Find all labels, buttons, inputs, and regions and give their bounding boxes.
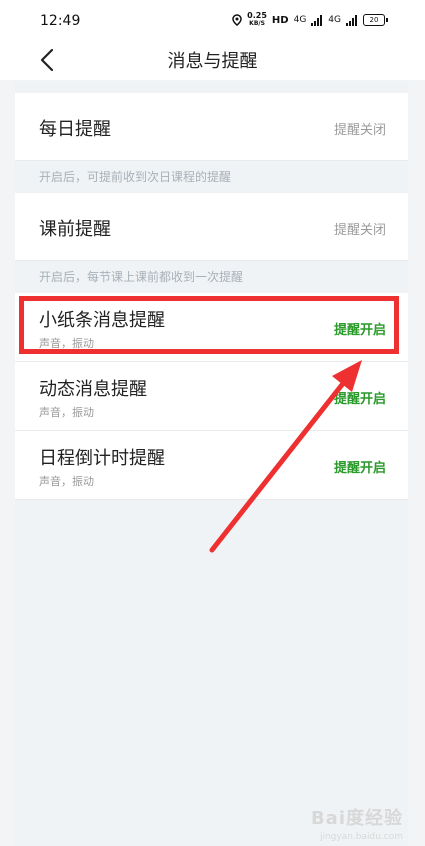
watermark-url: jingyan.baidu.com xyxy=(319,832,403,842)
countdown-reminder-subtitle: 声音，振动 xyxy=(39,475,94,488)
daily-reminder-status[interactable]: 提醒关闭 xyxy=(334,119,386,138)
dynamic-message-reminder-subtitle: 声音，振动 xyxy=(39,406,94,419)
signal-1-label: 4G xyxy=(293,15,307,25)
signal-icon xyxy=(311,14,323,26)
hd-icon: HD xyxy=(271,14,289,26)
network-speed: 0.25 KB/S xyxy=(247,12,267,28)
dynamic-message-reminder-row[interactable]: 动态消息提醒 声音，振动 提醒开启 xyxy=(15,362,408,431)
battery-icon: 20 xyxy=(363,14,388,26)
page-title: 消息与提醒 xyxy=(167,51,258,72)
before-class-reminder-status[interactable]: 提醒关闭 xyxy=(334,219,386,238)
countdown-reminder-row[interactable]: 日程倒计时提醒 声音，振动 提醒开启 xyxy=(15,431,408,500)
signal-2-label: 4G xyxy=(328,15,341,25)
dynamic-message-reminder-status[interactable]: 提醒开启 xyxy=(334,388,386,407)
settings-list: 每日提醒 提醒关闭 开启后，可提前收到次日课程的提醒 课前提醒 提醒关闭 开启后… xyxy=(15,81,408,846)
before-class-reminder-title: 课前提醒 xyxy=(39,219,111,240)
highlight-box xyxy=(19,296,399,354)
watermark-logo: Bai度经验 xyxy=(310,808,403,829)
status-time: 12:49 xyxy=(40,13,81,29)
daily-reminder-hint: 开启后，可提前收到次日课程的提醒 xyxy=(15,161,408,193)
spacer xyxy=(15,81,408,93)
status-icons: 0.25 KB/S HD 4G 4G 20 xyxy=(232,12,388,28)
before-class-reminder-row[interactable]: 课前提醒 提醒关闭 xyxy=(15,193,408,261)
countdown-reminder-title: 日程倒计时提醒 xyxy=(39,448,165,469)
location-icon xyxy=(232,14,242,26)
speed-unit: KB/S xyxy=(249,20,265,27)
countdown-reminder-status[interactable]: 提醒开启 xyxy=(334,457,386,476)
status-bar: 12:49 0.25 KB/S HD 4G 4G 20 xyxy=(0,0,425,40)
daily-reminder-row[interactable]: 每日提醒 提醒关闭 xyxy=(15,93,408,161)
before-class-reminder-hint: 开启后，每节课上课前都收到一次提醒 xyxy=(15,261,408,293)
speed-value: 0.25 xyxy=(247,11,267,20)
nav-bar: 消息与提醒 xyxy=(0,40,425,80)
daily-reminder-title: 每日提醒 xyxy=(39,119,111,140)
dynamic-message-reminder-title: 动态消息提醒 xyxy=(39,379,147,400)
signal-icon xyxy=(346,14,357,26)
